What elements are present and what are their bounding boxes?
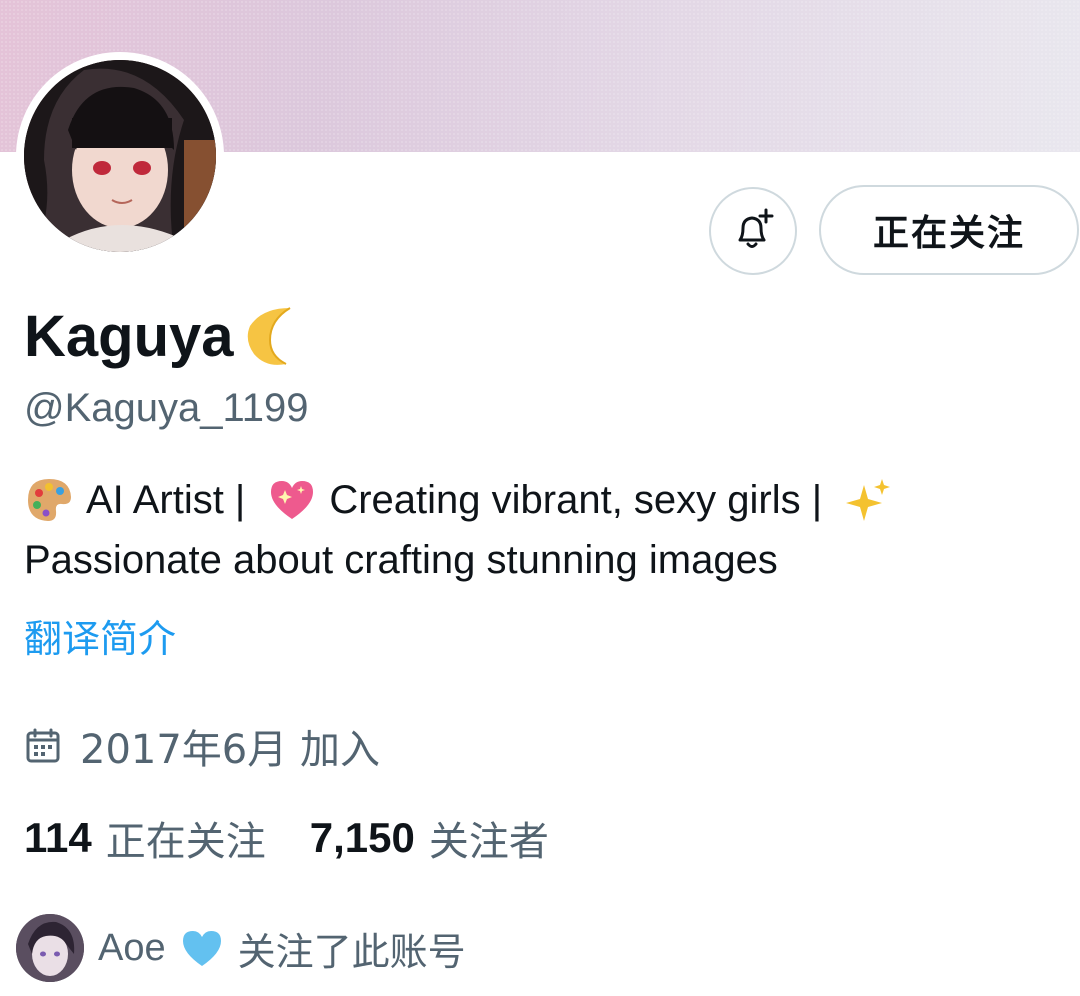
followers-label: 关注者 <box>428 819 549 865</box>
avatar-image <box>24 60 216 252</box>
notifications-button[interactable] <box>709 187 797 275</box>
bio-segment-1: AI Artist | <box>86 478 246 522</box>
profile-bio: AI Artist | Creating vibrant, sexy girls… <box>24 470 1064 590</box>
bio-line-1: AI Artist | Creating vibrant, sexy girls… <box>24 470 1064 530</box>
sparkles-icon <box>844 475 894 525</box>
profile-page: 正在关注 Kaguya @Kaguya_1199 AI Artist | Cre… <box>0 0 1080 996</box>
following-label: 正在关注 <box>105 819 266 865</box>
join-date: 2017年6月 加入 <box>24 718 380 774</box>
followers-stat-link[interactable]: 7,150 关注者 <box>310 809 549 867</box>
artist-palette-icon <box>24 475 74 525</box>
display-name-text: Kaguya <box>24 303 234 369</box>
follower-name: Aoe <box>98 926 166 969</box>
blue-heart-icon <box>182 931 221 966</box>
following-button[interactable]: 正在关注 <box>819 185 1079 275</box>
join-date-text: 2017年6月 加入 <box>80 727 380 773</box>
crescent-moon-icon <box>247 307 291 365</box>
followed-by-row[interactable]: Aoe 关注了此账号 <box>16 914 466 982</box>
bell-plus-icon <box>738 208 774 248</box>
following-stat-link[interactable]: 114 正在关注 <box>24 809 266 867</box>
following-count: 114 <box>24 814 92 861</box>
display-name: Kaguya <box>24 298 308 374</box>
avatar-illustration <box>24 60 216 252</box>
profile-avatar[interactable] <box>16 52 224 260</box>
sparkling-heart-icon <box>267 475 317 525</box>
followers-count: 7,150 <box>309 814 415 861</box>
user-handle: @Kaguya_1199 <box>24 386 309 430</box>
translate-bio-link[interactable]: 翻译简介 <box>24 608 176 663</box>
follow-stats: 114 正在关注 7,150 关注者 <box>24 808 549 868</box>
follower-avatar <box>16 914 84 982</box>
bio-segment-2: Creating vibrant, sexy girls | <box>329 478 823 522</box>
calendar-icon <box>26 728 60 763</box>
bio-line-2: Passionate about crafting stunning image… <box>24 538 778 582</box>
followed-by-text: 关注了此账号 <box>237 929 466 974</box>
